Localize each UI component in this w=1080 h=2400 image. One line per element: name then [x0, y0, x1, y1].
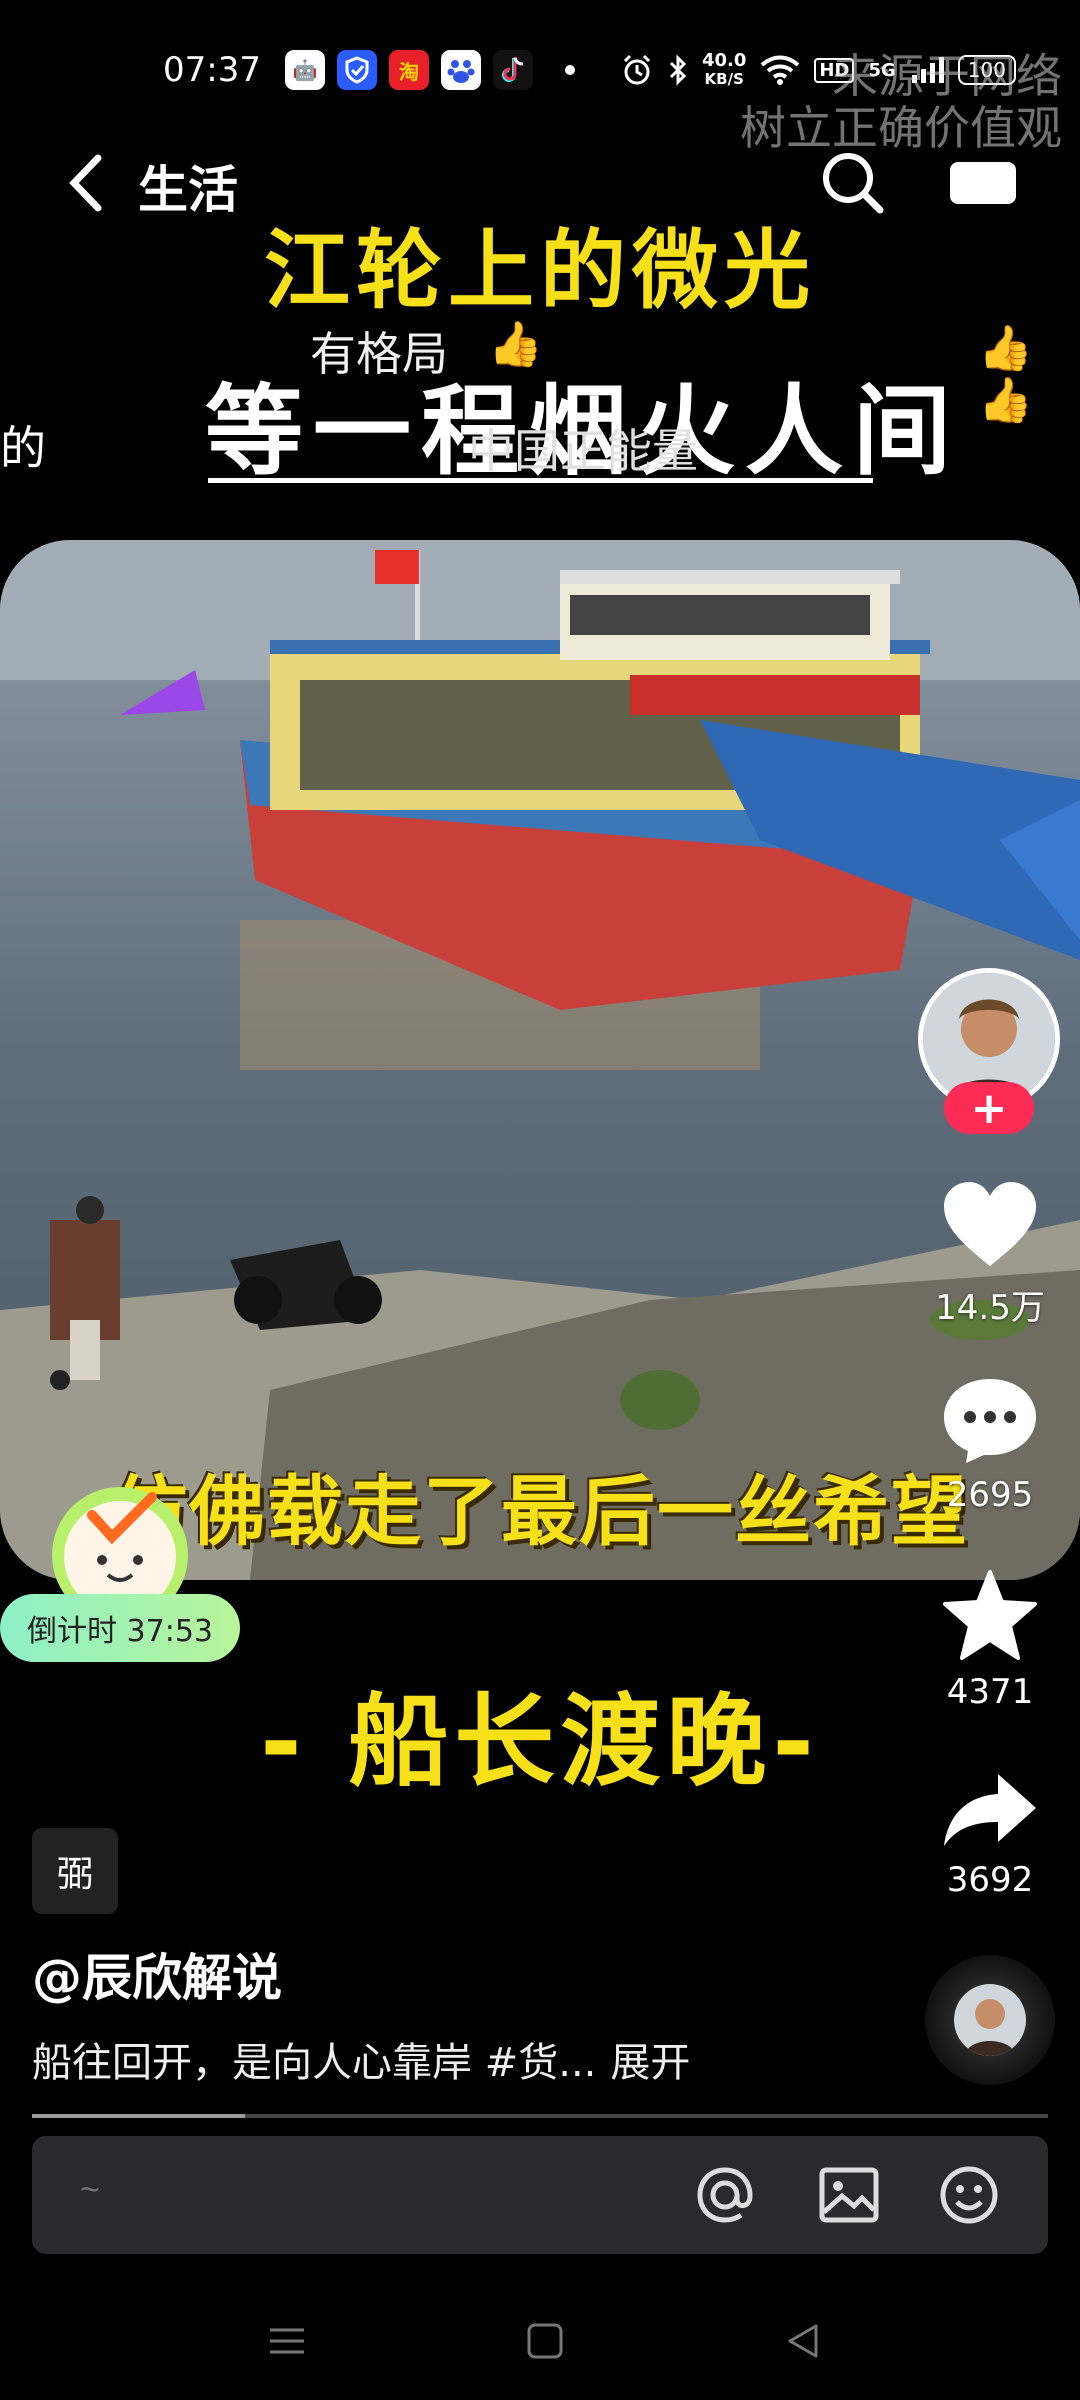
home-nav-icon: [527, 2323, 563, 2359]
robot-app-icon: 🤖: [285, 50, 325, 90]
side-danmaku-text: 的: [0, 421, 46, 475]
back-nav-icon: [788, 2324, 818, 2358]
status-time: 07:37: [163, 50, 261, 90]
expand-link[interactable]: 展开: [610, 2040, 690, 2086]
back-nav-button[interactable]: [780, 2318, 826, 2364]
danmaku-comment-1: 有格局: [310, 327, 448, 381]
mention-button[interactable]: [692, 2162, 758, 2228]
video-player[interactable]: [0, 540, 1080, 1580]
like-button[interactable]: 14.5万: [930, 1180, 1050, 1329]
notification-dot-icon: [565, 65, 575, 75]
watermark: 来源于网络 树立正确价值观: [740, 49, 1062, 155]
video-headline: 江轮上的微光: [264, 221, 816, 321]
alarm-icon: [623, 54, 651, 85]
favorite-button[interactable]: 4371: [930, 1568, 1050, 1712]
share-icon: [944, 1774, 1036, 1846]
tiktok-app-icon: [493, 50, 533, 90]
description-text: 船往回开，是向人心靠岸 #货...: [32, 2040, 597, 2086]
follow-button[interactable]: +: [944, 1082, 1034, 1134]
thumbs-up-emoji: 👍: [488, 319, 543, 370]
favorite-count: 4371: [946, 1672, 1034, 1712]
progress-fill: [32, 2114, 246, 2118]
store-app-icon: 淘: [389, 50, 429, 90]
bluetooth-icon: [669, 54, 687, 86]
danmaku-comment-2: 中国正能量: [468, 424, 698, 478]
comment-button[interactable]: 2695: [930, 1375, 1050, 1515]
shield-app-icon: [337, 50, 377, 90]
comment-count: 2695: [946, 1475, 1034, 1515]
emoji-button[interactable]: [936, 2162, 1002, 2228]
system-navigation-bar: [0, 2300, 1080, 2370]
status-app-icons: 🤖 淘: [285, 48, 575, 92]
recents-nav-button[interactable]: [264, 2318, 310, 2364]
star-icon: [943, 1570, 1037, 1660]
like-count: 14.5万: [935, 1288, 1045, 1328]
post-description[interactable]: 船往回开，是向人心靠岸 #货... 展开: [32, 2030, 690, 2088]
video-frame-ferry: [0, 540, 1080, 1580]
image-button[interactable]: [816, 2162, 882, 2228]
menu-nav-icon: [270, 2328, 304, 2354]
image-icon: [819, 2167, 879, 2223]
thumbs-up-emoji-pair: 👍👍: [978, 323, 1033, 426]
content-tag[interactable]: 弼: [32, 1828, 118, 1914]
author-name[interactable]: @辰欣解说: [32, 1938, 282, 2010]
home-nav-button[interactable]: [522, 2318, 568, 2364]
emoji-icon: [940, 2166, 998, 2224]
video-title-banner: - 船长渡晚-: [260, 1683, 820, 1800]
comment-icon: [944, 1379, 1036, 1463]
video-progress-bar[interactable]: [32, 2114, 1048, 2118]
comment-input[interactable]: [78, 2170, 642, 2211]
music-disc[interactable]: [925, 1955, 1055, 2085]
at-icon: [697, 2167, 753, 2223]
share-count: 3692: [946, 1860, 1034, 1900]
comment-bar[interactable]: [32, 2136, 1048, 2254]
countdown-timer[interactable]: 倒计时 37:53: [0, 1594, 240, 1662]
baidu-app-icon: [441, 50, 481, 90]
share-button[interactable]: 3692: [930, 1770, 1050, 1900]
heart-icon: [944, 1182, 1036, 1266]
music-cover: [954, 1984, 1026, 2056]
